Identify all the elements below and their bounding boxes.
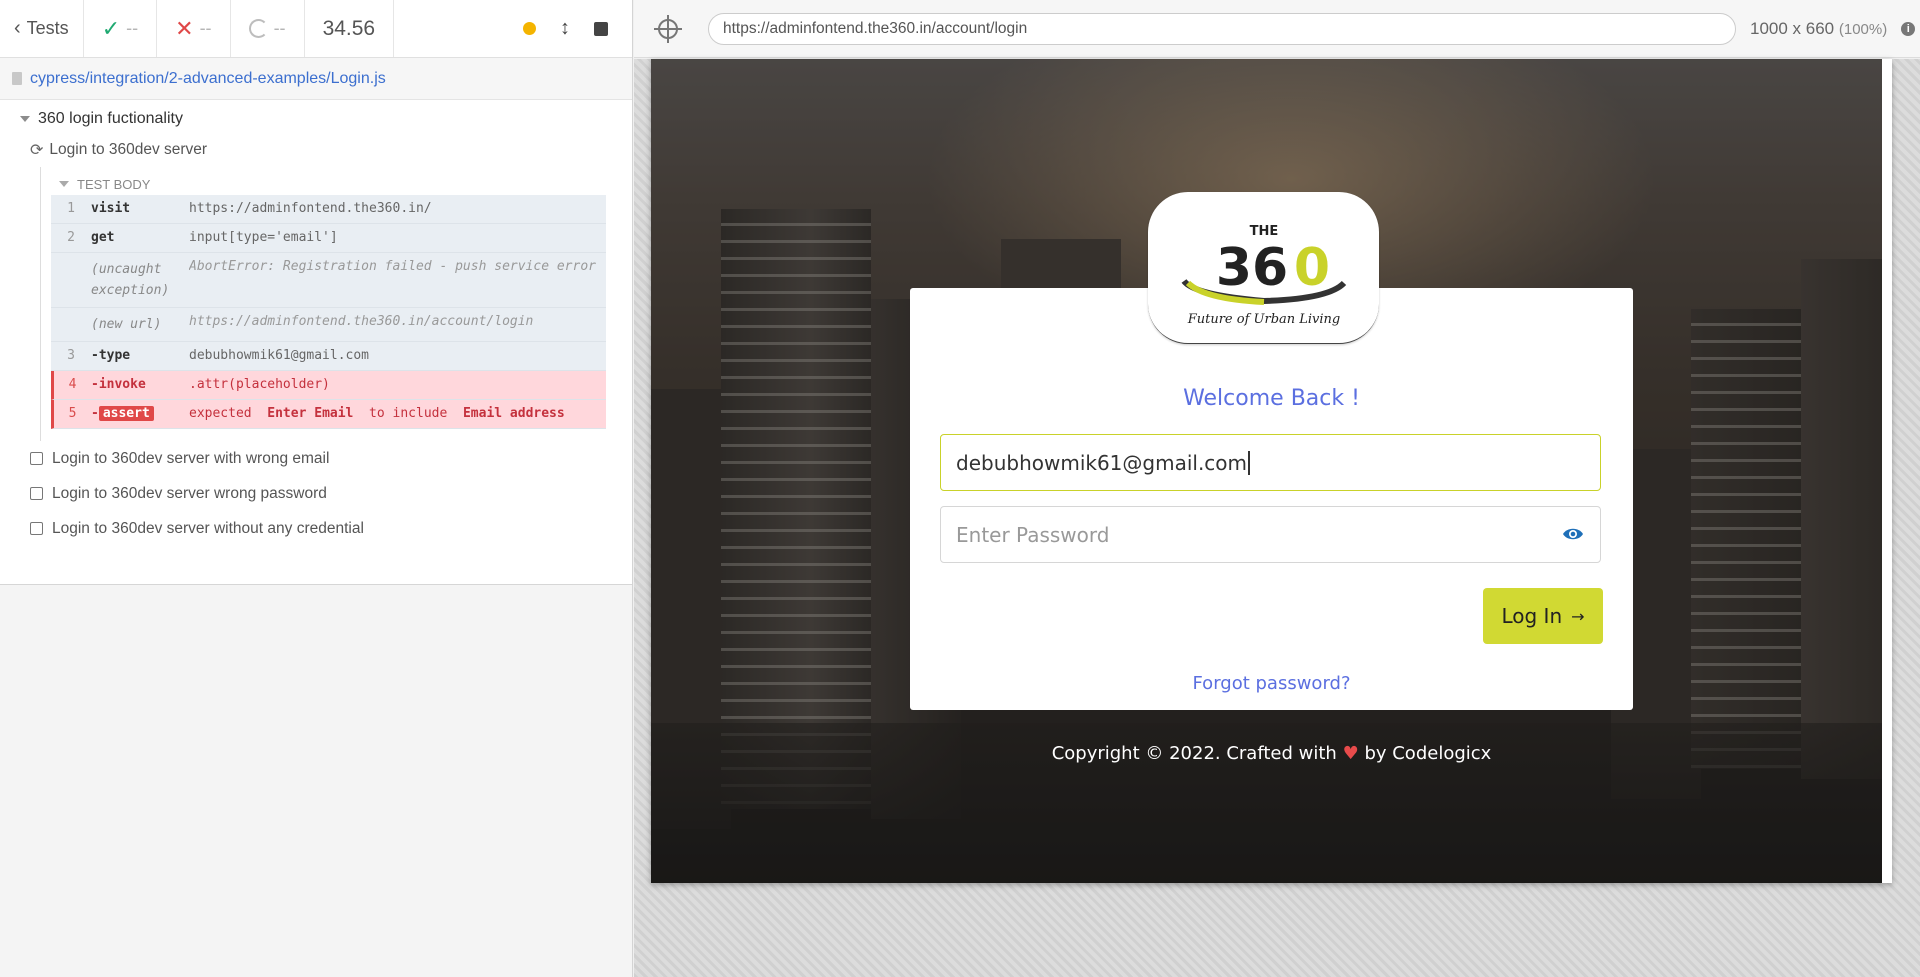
svg-text:Future of Urban Living: Future of Urban Living (1186, 312, 1340, 327)
logo-360-icon: THE 36 0 Future of Urban Living (1181, 224, 1346, 327)
tests-label: Tests (26, 18, 69, 38)
forgot-password-link[interactable]: Forgot password? (910, 673, 1633, 694)
copyright-text: Copyright © 2022. Crafted with ♥ by Code… (1051, 743, 1492, 764)
app-frame: Welcome Back ! debubhowmik61@gmail.com E… (651, 59, 1892, 883)
logo: THE 36 0 Future of Urban Living (1148, 192, 1379, 344)
test-item[interactable]: Login to 360dev server without any crede… (0, 511, 632, 546)
login-button[interactable]: Log In → (1483, 588, 1603, 644)
pending-count: -- (231, 0, 305, 57)
checkbox-icon (30, 487, 43, 500)
tests-back-button[interactable]: ‹ Tests (0, 0, 84, 57)
viewport-size: 1000 x 660 (100%) (1750, 18, 1888, 38)
command-row-assert-failed[interactable]: 5 - assert expected Enter Email to includ… (51, 400, 606, 429)
spec-file-bar: cypress/integration/2-advanced-examples/… (0, 58, 632, 100)
command-row-exception[interactable]: (uncaught exception) AbortError: Registr… (51, 253, 606, 308)
aut-header: https://adminfontend.the360.in/account/l… (634, 0, 1920, 58)
suite-title[interactable]: 360 login fuctionality (0, 106, 632, 132)
spinner-icon (248, 19, 268, 38)
arrow-right-icon: → (1571, 606, 1585, 626)
password-field[interactable]: Enter Password (940, 506, 1601, 563)
info-icon[interactable]: i (1901, 21, 1916, 36)
heart-icon: ♥ (1342, 743, 1359, 764)
assert-message: expected Enter Email to include Email ad… (189, 406, 565, 421)
stats-bar: ‹ Tests ✓ -- ✕ -- -- 34.56 ↕ (0, 0, 632, 58)
aut-area: Welcome Back ! debubhowmik61@gmail.com E… (634, 59, 1920, 977)
stats-controls: ↕ (523, 0, 632, 57)
test-body-title[interactable]: TEST BODY (59, 173, 606, 195)
url-text: https://adminfontend.the360.in/account/l… (723, 19, 1028, 37)
assert-label: - assert (91, 406, 189, 421)
test-running[interactable]: ⟳ Login to 360dev server (0, 132, 632, 167)
crosshair-icon[interactable] (654, 14, 682, 43)
file-icon (12, 72, 22, 85)
reporter-panel: ‹ Tests ✓ -- ✕ -- -- 34.56 ↕ cypress/int… (0, 0, 633, 977)
welcome-heading: Welcome Back ! (1183, 386, 1360, 411)
frame-scrollbar (1882, 59, 1892, 883)
check-icon: ✓ (101, 15, 121, 41)
command-row-new-url[interactable]: (new url) https://adminfontend.the360.in… (51, 308, 606, 342)
email-field[interactable]: debubhowmik61@gmail.com (940, 434, 1601, 491)
command-row[interactable]: 3 -type debubhowmik61@gmail.com (51, 342, 606, 371)
caret-down-icon (20, 116, 30, 122)
svg-text:0: 0 (1293, 238, 1329, 298)
command-row-failed[interactable]: 4 -invoke .attr(placeholder) (51, 371, 606, 400)
checkbox-icon (30, 522, 43, 535)
url-bar[interactable]: https://adminfontend.the360.in/account/l… (708, 12, 1736, 45)
stop-icon[interactable] (594, 21, 608, 36)
test-suite: 360 login fuctionality ⟳ Login to 360dev… (0, 100, 632, 585)
passed-count: ✓ -- (84, 0, 158, 57)
scroll-toggle-icon[interactable]: ↕ (560, 17, 570, 40)
checkbox-icon (30, 452, 43, 465)
svg-text:THE: THE (1249, 224, 1278, 239)
command-row[interactable]: 1 visit https://adminfontend.the360.in/ (51, 195, 606, 224)
command-row[interactable]: 2 get input[type='email'] (51, 224, 606, 253)
test-item[interactable]: Login to 360dev server wrong password (0, 476, 632, 511)
status-dot-icon (523, 22, 536, 35)
spec-file-link[interactable]: cypress/integration/2-advanced-examples/… (30, 70, 386, 88)
test-item[interactable]: Login to 360dev server with wrong email (0, 441, 632, 476)
x-icon: ✕ (175, 15, 194, 41)
login-card: Welcome Back ! debubhowmik61@gmail.com E… (910, 288, 1633, 710)
duration: 34.56 (305, 0, 395, 57)
eye-icon[interactable] (1562, 526, 1584, 542)
test-body: TEST BODY 1 visit https://adminfontend.t… (40, 167, 632, 441)
svg-text:36: 36 (1215, 238, 1287, 298)
caret-down-icon (59, 181, 69, 187)
failed-count: ✕ -- (157, 0, 231, 57)
chevron-left-icon: ‹ (14, 17, 21, 39)
refresh-icon: ⟳ (30, 141, 44, 159)
